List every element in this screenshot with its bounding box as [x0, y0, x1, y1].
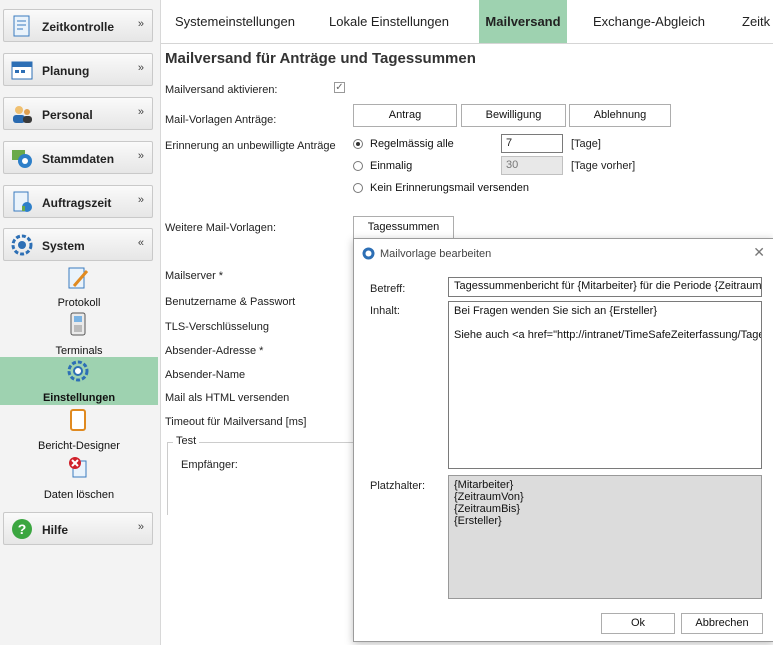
nav-section-label: Auftragszeit	[42, 196, 112, 210]
nav-section-label: Zeitkontrolle	[42, 20, 115, 34]
tab-lokale-einstellungen[interactable]: Lokale Einstellungen	[319, 0, 459, 43]
report-designer-icon	[70, 409, 86, 431]
content-line: Siehe auch <a href="http://intranet/Time…	[454, 329, 762, 341]
templates-label: Mail-Vorlagen Anträge:	[165, 114, 277, 126]
chevron-up-icon: «	[137, 237, 144, 249]
terminal-icon	[70, 312, 86, 336]
chevron-down-icon: »	[137, 194, 144, 206]
tab-bar: Systemeinstellungen Lokale Einstellungen…	[161, 0, 773, 44]
html-mail-label: Mail als HTML versenden	[165, 392, 290, 404]
svg-text:?: ?	[18, 521, 27, 537]
placeholder-item[interactable]: {Mitarbeiter}	[454, 479, 756, 491]
sidebar-item-label: Einstellungen	[42, 392, 116, 404]
nav-section-label: Stammdaten	[42, 152, 115, 166]
sidebar-item-label: Daten löschen	[43, 489, 115, 501]
reminder-none-label: Kein Erinnerungsmail versenden	[370, 182, 529, 194]
subject-label: Betreff:	[370, 283, 406, 295]
sidebar-item-einstellungen[interactable]: Einstellungen	[0, 357, 158, 405]
dialog-title: Mailvorlage bearbeiten	[380, 248, 492, 260]
tab-exchange-abgleich[interactable]: Exchange-Abgleich	[583, 0, 715, 43]
content-label: Inhalt:	[370, 305, 400, 317]
sidebar-item-label: Terminals	[55, 345, 103, 357]
nav-section-stammdaten[interactable]: Stammdaten »	[3, 141, 153, 174]
content-line	[454, 317, 756, 329]
close-icon[interactable]: ✕	[753, 244, 765, 261]
sidebar: Zeitkontrolle » Planung » Personal » Sta…	[0, 0, 161, 645]
username-password-label: Benutzername & Passwort	[165, 296, 296, 308]
chevron-down-icon: »	[137, 521, 144, 533]
chevron-down-icon: »	[137, 62, 144, 74]
people-icon	[13, 106, 32, 123]
chevron-down-icon: »	[137, 106, 144, 118]
reminder-label: Erinnerung an unbewilligte Anträge	[165, 140, 336, 152]
mailserver-label: Mailserver *	[165, 270, 224, 282]
ok-button[interactable]: Ok	[601, 613, 675, 634]
nav-section-label: Personal	[42, 108, 93, 122]
delete-data-icon	[69, 457, 87, 478]
antrag-template-button[interactable]: Antrag	[353, 104, 457, 127]
reminder-once-unit: [Tage vorher]	[571, 160, 636, 172]
chevron-down-icon: »	[137, 150, 144, 162]
content-line: Bei Fragen wenden Sie sich an {Ersteller…	[454, 305, 658, 317]
nav-section-zeitkontrolle[interactable]: Zeitkontrolle »	[3, 9, 153, 42]
placeholder-item[interactable]: {Ersteller}	[454, 515, 756, 527]
tab-zeitkontrolle[interactable]: Zeitk	[732, 0, 773, 43]
reminder-once-radio[interactable]	[353, 161, 363, 171]
sidebar-item-daten-loeschen[interactable]: Daten löschen	[0, 452, 158, 504]
sender-address-label: Absender-Adresse *	[165, 345, 264, 357]
app-logo-icon	[362, 247, 375, 260]
subject-input[interactable]: Tagessummenbericht für {Mitarbeiter} für…	[448, 277, 762, 297]
sidebar-item-terminals[interactable]: Terminals	[0, 309, 158, 357]
page-title: Mailversand für Anträge und Tagessummen	[165, 50, 476, 67]
nav-section-label: Hilfe	[42, 523, 69, 537]
nav-section-hilfe[interactable]: ? Hilfe »	[3, 512, 153, 545]
gear-icon	[67, 360, 89, 382]
recipient-label: Empfänger:	[181, 459, 238, 471]
cancel-button[interactable]: Abbrechen	[681, 613, 763, 634]
mail-active-label: Mailversand aktivieren:	[165, 84, 278, 96]
nav-section-auftragszeit[interactable]: Auftragszeit »	[3, 185, 153, 218]
reminder-days-unit: [Tage]	[571, 138, 601, 150]
sidebar-item-bericht-designer[interactable]: Bericht-Designer	[0, 405, 158, 457]
reminder-days-input[interactable]: 7	[501, 134, 563, 153]
reminder-none-radio[interactable]	[353, 183, 363, 193]
gear-icon	[11, 234, 33, 256]
nav-section-label: System	[42, 239, 85, 253]
order-time-icon	[13, 191, 32, 212]
tagessummen-button[interactable]: Tagessummen	[353, 216, 454, 239]
nav-section-planung[interactable]: Planung »	[3, 53, 153, 86]
test-group-title: Test	[173, 435, 200, 447]
chevron-down-icon: »	[137, 18, 144, 30]
tab-mailversand[interactable]: Mailversand	[479, 0, 567, 43]
ablehnung-template-button[interactable]: Ablehnung	[569, 104, 671, 127]
sender-name-label: Absender-Name	[165, 369, 246, 381]
nav-section-label: Planung	[42, 64, 90, 78]
placeholder-item[interactable]: {ZeitraumVon}	[454, 491, 756, 503]
content-textarea[interactable]: Bei Fragen wenden Sie sich an {Ersteller…	[448, 301, 762, 469]
tls-label: TLS-Verschlüsselung	[165, 321, 269, 333]
timeout-label: Timeout für Mailversand [ms]	[165, 416, 307, 428]
placeholders-list: {Mitarbeiter} {ZeitraumVon} {ZeitraumBis…	[448, 475, 762, 599]
help-icon: ?	[12, 519, 32, 539]
nav-section-personal[interactable]: Personal »	[3, 97, 153, 130]
test-group	[167, 442, 358, 515]
reminder-once-input[interactable]: 30	[501, 156, 563, 175]
placeholder-item[interactable]: {ZeitraumBis}	[454, 503, 756, 515]
mail-active-checkbox[interactable]: ✓	[334, 82, 345, 93]
more-templates-label: Weitere Mail-Vorlagen:	[165, 222, 277, 234]
document-clock-icon	[13, 15, 30, 37]
reminder-regular-radio[interactable]	[353, 139, 363, 149]
master-data-icon	[12, 150, 32, 168]
mail-template-dialog: Mailvorlage bearbeiten ✕ Betreff: Tagess…	[353, 238, 773, 642]
reminder-once-label: Einmalig	[370, 160, 413, 172]
pencil-note-icon	[68, 267, 89, 289]
reminder-regular-label: Regelmässig alle	[370, 138, 454, 150]
calendar-icon	[11, 61, 33, 80]
bewilligung-template-button[interactable]: Bewilligung	[461, 104, 566, 127]
sidebar-item-label: Protokoll	[57, 297, 101, 309]
placeholders-label: Platzhalter:	[370, 480, 426, 492]
sidebar-item-label: Bericht-Designer	[38, 440, 120, 452]
nav-section-system[interactable]: System «	[3, 228, 153, 261]
tab-systemeinstellungen[interactable]: Systemeinstellungen	[165, 0, 305, 43]
